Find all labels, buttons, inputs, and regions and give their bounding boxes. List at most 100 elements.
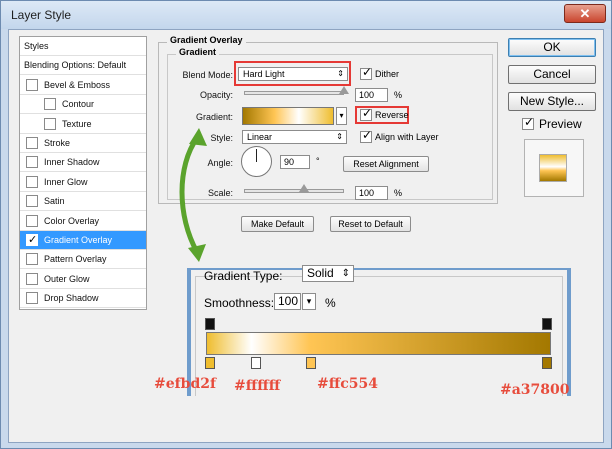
ok-button[interactable]: OK [508, 38, 596, 57]
style-item-satin[interactable]: Satin [20, 192, 146, 212]
gradient-dropdown-button[interactable]: ▾ [336, 107, 347, 125]
style-checkbox-inner-glow[interactable] [26, 175, 38, 188]
style-select[interactable]: Linear ⇕ [242, 130, 347, 144]
style-item-label: Blending Options: Default [24, 60, 127, 71]
style-item-drop-shadow[interactable]: Drop Shadow [20, 289, 146, 309]
close-button[interactable]: ✕ [564, 4, 606, 23]
color-stop-1[interactable] [205, 357, 215, 369]
style-item-texture[interactable]: Texture [20, 115, 146, 134]
spinner-icon: ⇕ [336, 132, 343, 141]
style-item-label: Pattern Overlay [44, 254, 107, 265]
style-item-bevel-emboss[interactable]: Bevel & Emboss [20, 76, 146, 95]
scale-percent: % [394, 188, 403, 198]
style-item-label: Outer Glow [44, 273, 90, 284]
reverse-label: Reverse [375, 110, 409, 120]
smoothness-dropdown[interactable]: ▾ [302, 293, 316, 310]
style-item-label: Inner Glow [44, 176, 88, 187]
style-item-gradient-overlay[interactable]: Gradient Overlay [20, 231, 146, 250]
style-item-label: Contour [62, 99, 95, 110]
style-item-contour[interactable]: Contour [20, 95, 146, 115]
style-item-label: Stroke [44, 138, 71, 148]
style-item-label: Satin [44, 196, 65, 207]
gradient-bar[interactable] [206, 332, 551, 355]
style-item-inner-glow[interactable]: Inner Glow [20, 173, 146, 192]
style-checkbox-bevel-emboss[interactable] [26, 78, 38, 91]
blend-mode-highlight [234, 61, 351, 86]
angle-dial[interactable] [241, 146, 272, 177]
scale-input[interactable]: 100 [355, 186, 388, 200]
annotation-stop-4: #a37800 [500, 382, 570, 398]
dither-checkbox[interactable] [360, 65, 372, 80]
gradient-label: Gradient: [195, 112, 233, 122]
cancel-button[interactable]: Cancel [508, 65, 596, 84]
zoom-border-right [567, 268, 571, 396]
style-checkbox-pattern-overlay[interactable] [26, 253, 38, 266]
styles-list: Styles Blending Options: Default Bevel & E… [19, 36, 147, 310]
opacity-input[interactable]: 100 [355, 88, 388, 102]
style-checkbox-color-overlay[interactable] [26, 214, 38, 227]
style-item-label: Color Overlay [44, 215, 100, 226]
style-checkbox-gradient-overlay[interactable] [26, 231, 38, 250]
style-item-label: Gradient Overlay [44, 235, 113, 245]
style-item-label: Inner Shadow [44, 157, 100, 168]
reverse-checkbox[interactable] [360, 106, 372, 121]
opacity-slider-thumb[interactable] [339, 86, 349, 94]
gradient-group-title: Gradient [176, 47, 220, 57]
preview-label: Preview [539, 117, 582, 131]
chevron-down-icon: ▾ [306, 296, 312, 306]
style-item-outer-glow[interactable]: Outer Glow [20, 270, 146, 289]
style-value: Linear [247, 132, 273, 142]
dither-label: Dither [375, 69, 400, 79]
style-checkbox-stroke[interactable] [26, 137, 38, 149]
preview-swatch [539, 154, 567, 182]
reset-alignment-button[interactable]: Reset Alignment [343, 156, 429, 172]
align-with-layer-checkbox[interactable] [360, 128, 372, 143]
style-checkbox-texture[interactable] [44, 117, 56, 130]
layer-style-window: Layer Style ✕ Styles Blending Options: De… [0, 0, 612, 449]
annotation-stop-2: #ffffff [234, 378, 281, 394]
opacity-stop-right[interactable] [542, 318, 552, 330]
style-checkbox-outer-glow[interactable] [26, 272, 38, 285]
color-stop-4[interactable] [542, 357, 552, 369]
style-item-label: Drop Shadow [44, 293, 99, 304]
style-item-label: Styles [24, 41, 49, 51]
opacity-stop-left[interactable] [205, 318, 215, 330]
reset-to-default-button[interactable]: Reset to Default [330, 216, 411, 232]
style-checkbox-contour[interactable] [44, 98, 56, 111]
style-item-label: Bevel & Emboss [44, 79, 111, 90]
preview-checkbox[interactable] [522, 115, 534, 130]
angle-input[interactable]: 90 [280, 155, 310, 169]
scale-slider-thumb[interactable] [299, 184, 309, 192]
scale-slider[interactable] [244, 189, 344, 193]
style-item-color-overlay[interactable]: Color Overlay [20, 212, 146, 231]
style-item-label: Texture [62, 118, 92, 129]
new-style-button[interactable]: New Style... [508, 92, 596, 111]
opacity-slider[interactable] [244, 91, 344, 95]
gradient-swatch[interactable] [242, 107, 334, 125]
double-arrow-icon [179, 128, 207, 262]
chevron-down-icon: ▾ [339, 111, 344, 120]
spinner-icon: ⇕ [341, 268, 350, 279]
opacity-label: Opacity: [199, 90, 233, 100]
style-item-styles[interactable]: Styles [20, 37, 146, 56]
style-item-inner-shadow[interactable]: Inner Shadow [20, 153, 146, 173]
style-item-pattern-overlay[interactable]: Pattern Overlay [20, 250, 146, 270]
style-checkbox-drop-shadow[interactable] [26, 292, 38, 305]
style-item-blending-options-default[interactable]: Blending Options: Default [20, 56, 146, 76]
opacity-percent: % [394, 90, 403, 100]
angle-degree: ° [316, 156, 320, 166]
color-stop-3[interactable] [306, 357, 316, 369]
gradient-type-select[interactable]: Solid ⇕ [302, 265, 354, 282]
angle-dial-needle [256, 149, 257, 162]
smoothness-percent: % [325, 296, 336, 310]
style-item-stroke[interactable]: Stroke [20, 134, 146, 153]
make-default-button[interactable]: Make Default [241, 216, 314, 232]
style-checkbox-inner-shadow[interactable] [26, 156, 38, 169]
smoothness-input[interactable]: 100 [274, 293, 301, 310]
annotation-stop-1: #efbd2f [154, 376, 217, 392]
style-checkbox-satin[interactable] [26, 195, 38, 208]
dialog-body: Styles Blending Options: Default Bevel & E… [8, 29, 604, 443]
title-bar[interactable]: Layer Style ✕ [1, 1, 611, 29]
blend-mode-label: Blend Mode: [182, 70, 233, 80]
color-stop-2[interactable] [251, 357, 261, 369]
